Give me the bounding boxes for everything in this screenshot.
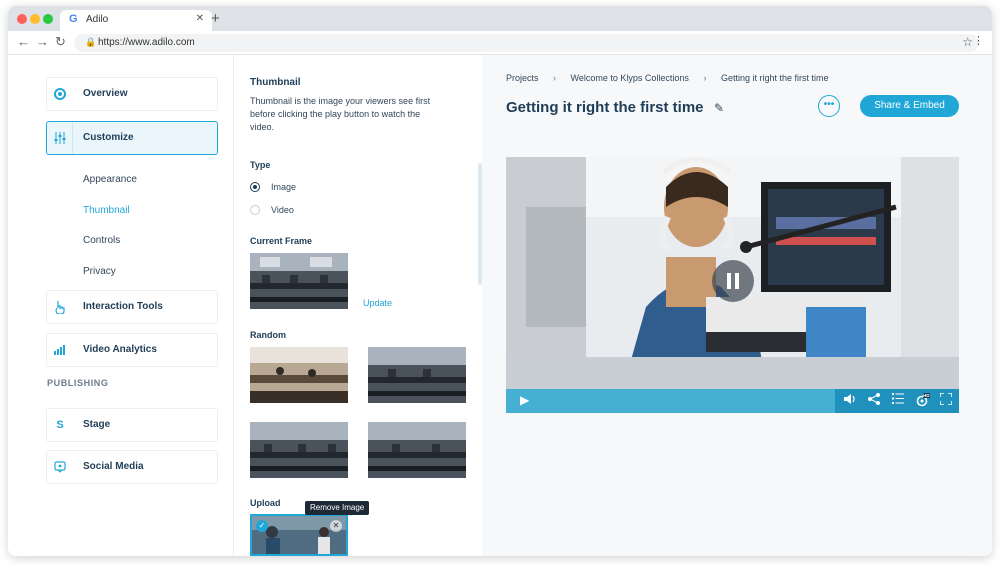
url-text: https://www.adilo.com bbox=[98, 37, 195, 48]
share-embed-button[interactable]: Share & Embed bbox=[860, 95, 959, 117]
tab-title: Adilo bbox=[86, 14, 109, 25]
breadcrumb-item[interactable]: Projects bbox=[506, 73, 539, 83]
fullscreen-icon[interactable] bbox=[939, 392, 953, 408]
random-thumbnail[interactable] bbox=[368, 422, 466, 478]
bar-chart-icon bbox=[47, 334, 73, 366]
panel-description: Thumbnail is the image your viewers see … bbox=[250, 96, 431, 132]
maximize-window-button[interactable] bbox=[43, 14, 53, 24]
current-frame-thumbnail bbox=[250, 253, 348, 309]
browser-window: G Adilo ✕ + ← → ↻ 🔒 https://www.adilo.co… bbox=[8, 6, 992, 556]
minimize-window-button[interactable] bbox=[30, 14, 40, 24]
radio-button[interactable] bbox=[250, 205, 260, 215]
stage-icon: S bbox=[56, 419, 64, 431]
remove-image-tooltip: Remove Image bbox=[305, 501, 370, 515]
sidebar-item-label: Social Media bbox=[83, 461, 144, 472]
new-tab-button[interactable]: + bbox=[211, 10, 220, 27]
main-area: Projects › Welcome to Klyps Collections … bbox=[482, 55, 992, 556]
radio-label: Video bbox=[271, 205, 294, 215]
update-link[interactable]: Update bbox=[363, 298, 392, 308]
back-arrow-icon[interactable]: ← bbox=[17, 34, 30, 49]
browser-tabbar: G Adilo ✕ + bbox=[8, 6, 992, 31]
list-icon[interactable] bbox=[892, 393, 904, 407]
sidebar-item-video-analytics[interactable]: Video Analytics bbox=[46, 333, 218, 367]
sidebar-item-overview[interactable]: Overview bbox=[46, 77, 218, 111]
reload-icon[interactable]: ↻ bbox=[55, 34, 66, 50]
radio-button[interactable] bbox=[250, 182, 260, 192]
random-thumbnail[interactable] bbox=[250, 347, 348, 403]
breadcrumb-item: Getting it right the first time bbox=[720, 73, 829, 83]
chevron-right-icon: › bbox=[553, 73, 557, 83]
sliders-icon bbox=[47, 122, 73, 154]
settings-icon[interactable]: HD bbox=[916, 393, 930, 410]
google-favicon-icon: G bbox=[69, 13, 78, 25]
hd-badge: HD bbox=[923, 393, 930, 398]
breadcrumb: Projects › Welcome to Klyps Collections … bbox=[506, 73, 829, 83]
chat-icon bbox=[47, 451, 73, 483]
lock-icon: 🔒 bbox=[85, 37, 97, 47]
sidebar-item-label: Customize bbox=[83, 132, 134, 143]
address-bar: ← → ↻ 🔒 https://www.adilo.com ☆ ⋮ bbox=[8, 31, 992, 55]
sidebar-subitem-thumbnail[interactable]: Thumbnail bbox=[83, 205, 130, 216]
sidebar: Overview Customize Appearance Thumbnail … bbox=[8, 55, 234, 556]
random-label: Random bbox=[250, 330, 286, 340]
sidebar-item-label: Overview bbox=[83, 88, 128, 99]
sidebar-item-label: Interaction Tools bbox=[83, 301, 163, 312]
type-label: Type bbox=[250, 160, 271, 170]
random-thumbnail[interactable] bbox=[368, 347, 466, 403]
upload-label: Upload bbox=[250, 498, 281, 508]
close-window-button[interactable] bbox=[17, 14, 27, 24]
sidebar-item-label: Video Analytics bbox=[83, 344, 157, 355]
radio-icon bbox=[47, 78, 73, 110]
browser-menu-icon[interactable]: ⋮ bbox=[973, 36, 984, 47]
hand-pointer-icon bbox=[47, 291, 73, 323]
url-field[interactable]: 🔒 https://www.adilo.com ☆ bbox=[74, 34, 979, 52]
remove-image-icon[interactable]: ✕ bbox=[330, 520, 342, 532]
current-frame-label: Current Frame bbox=[250, 236, 313, 246]
player-controls: ▶ HD bbox=[506, 389, 959, 413]
app-content: Overview Customize Appearance Thumbnail … bbox=[8, 55, 992, 556]
sidebar-subitem-privacy[interactable]: Privacy bbox=[83, 266, 116, 277]
sidebar-item-label: Stage bbox=[83, 419, 111, 430]
bookmark-star-icon[interactable]: ☆ bbox=[962, 35, 973, 49]
sidebar-item-interaction-tools[interactable]: Interaction Tools bbox=[46, 290, 218, 324]
sidebar-subitem-controls[interactable]: Controls bbox=[83, 235, 120, 246]
video-player[interactable]: ▶ HD bbox=[506, 157, 959, 413]
pencil-icon[interactable]: ✎ bbox=[714, 101, 724, 115]
tab-close-icon[interactable]: ✕ bbox=[196, 13, 204, 24]
volume-icon[interactable] bbox=[843, 393, 856, 408]
video-title: Getting it right the first time bbox=[506, 99, 704, 116]
panel-title: Thumbnail bbox=[250, 77, 301, 88]
publishing-section-title: PUBLISHING bbox=[47, 378, 109, 388]
radio-label: Image bbox=[271, 182, 297, 192]
sidebar-item-stage[interactable]: S Stage bbox=[46, 408, 218, 442]
forward-arrow-icon[interactable]: → bbox=[36, 34, 49, 49]
sidebar-item-social-media[interactable]: Social Media bbox=[46, 450, 218, 484]
play-icon[interactable]: ▶ bbox=[520, 393, 529, 407]
sidebar-item-customize[interactable]: Customize bbox=[46, 121, 218, 155]
selected-check-icon: ✓ bbox=[256, 520, 268, 532]
share-icon[interactable] bbox=[868, 393, 880, 408]
thumbnail-panel: Thumbnail Thumbnail is the image your vi… bbox=[234, 55, 482, 556]
pause-button[interactable] bbox=[712, 260, 754, 302]
more-options-button[interactable]: ••• bbox=[818, 95, 840, 117]
browser-tab[interactable]: G Adilo ✕ bbox=[60, 10, 212, 31]
uploaded-thumbnail[interactable]: ✓ ✕ bbox=[250, 514, 348, 556]
random-thumbnail[interactable] bbox=[250, 422, 348, 478]
breadcrumb-item[interactable]: Welcome to Klyps Collections bbox=[571, 73, 689, 83]
chevron-right-icon: › bbox=[703, 73, 707, 83]
sidebar-subitem-appearance[interactable]: Appearance bbox=[83, 174, 137, 185]
